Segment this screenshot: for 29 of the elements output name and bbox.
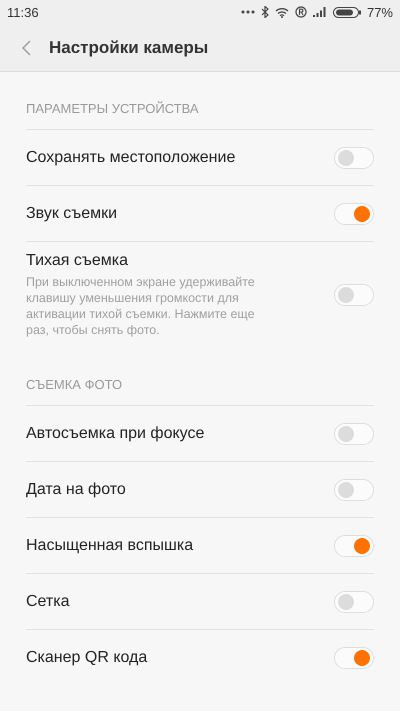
toggle-switch[interactable] — [334, 202, 374, 224]
battery-icon — [332, 6, 361, 18]
section-header: СЪЕМКА ФОТО — [26, 377, 122, 392]
bluetooth-icon — [260, 6, 269, 18]
chevron-left-icon — [22, 40, 31, 56]
section-header: ПАРАМЕТРЫ УСТРОЙСТВА — [26, 101, 199, 116]
setting-label: Насыщенная вспышка — [26, 536, 194, 554]
setting-label: Тихая съемка — [26, 252, 128, 269]
signal-icon — [312, 7, 327, 17]
setting-label: Сетка — [26, 592, 70, 610]
toggle-switch[interactable] — [334, 422, 374, 444]
setting-label: Звук съемки — [26, 204, 118, 222]
wifi-icon — [274, 6, 289, 18]
setting-label: Сканер QR кода — [26, 648, 148, 666]
battery-percent: 77% — [366, 4, 393, 20]
setting-description: При выключенном экране удерживайте клавишу уменьшения громкости для активации тихой съемки. Нажмите еще раз, чтобы снять фото. — [26, 274, 256, 338]
toggle-switch[interactable] — [334, 646, 374, 668]
toggle-switch[interactable] — [334, 534, 374, 556]
setting-label: Автосъемка при фокусе — [26, 424, 204, 442]
toggle-switch[interactable] — [334, 478, 374, 500]
toggle-switch[interactable] — [334, 590, 374, 612]
toggle-switch[interactable] — [334, 146, 374, 168]
toggle-switch[interactable] — [334, 284, 374, 306]
status-time: 11:36 — [7, 4, 40, 20]
roaming-icon — [294, 6, 307, 18]
more-icon — [240, 10, 255, 14]
page-title: Настройки камеры — [49, 38, 208, 58]
setting-label: Сохранять местоположение — [26, 148, 236, 166]
setting-label: Дата на фото — [26, 480, 126, 498]
